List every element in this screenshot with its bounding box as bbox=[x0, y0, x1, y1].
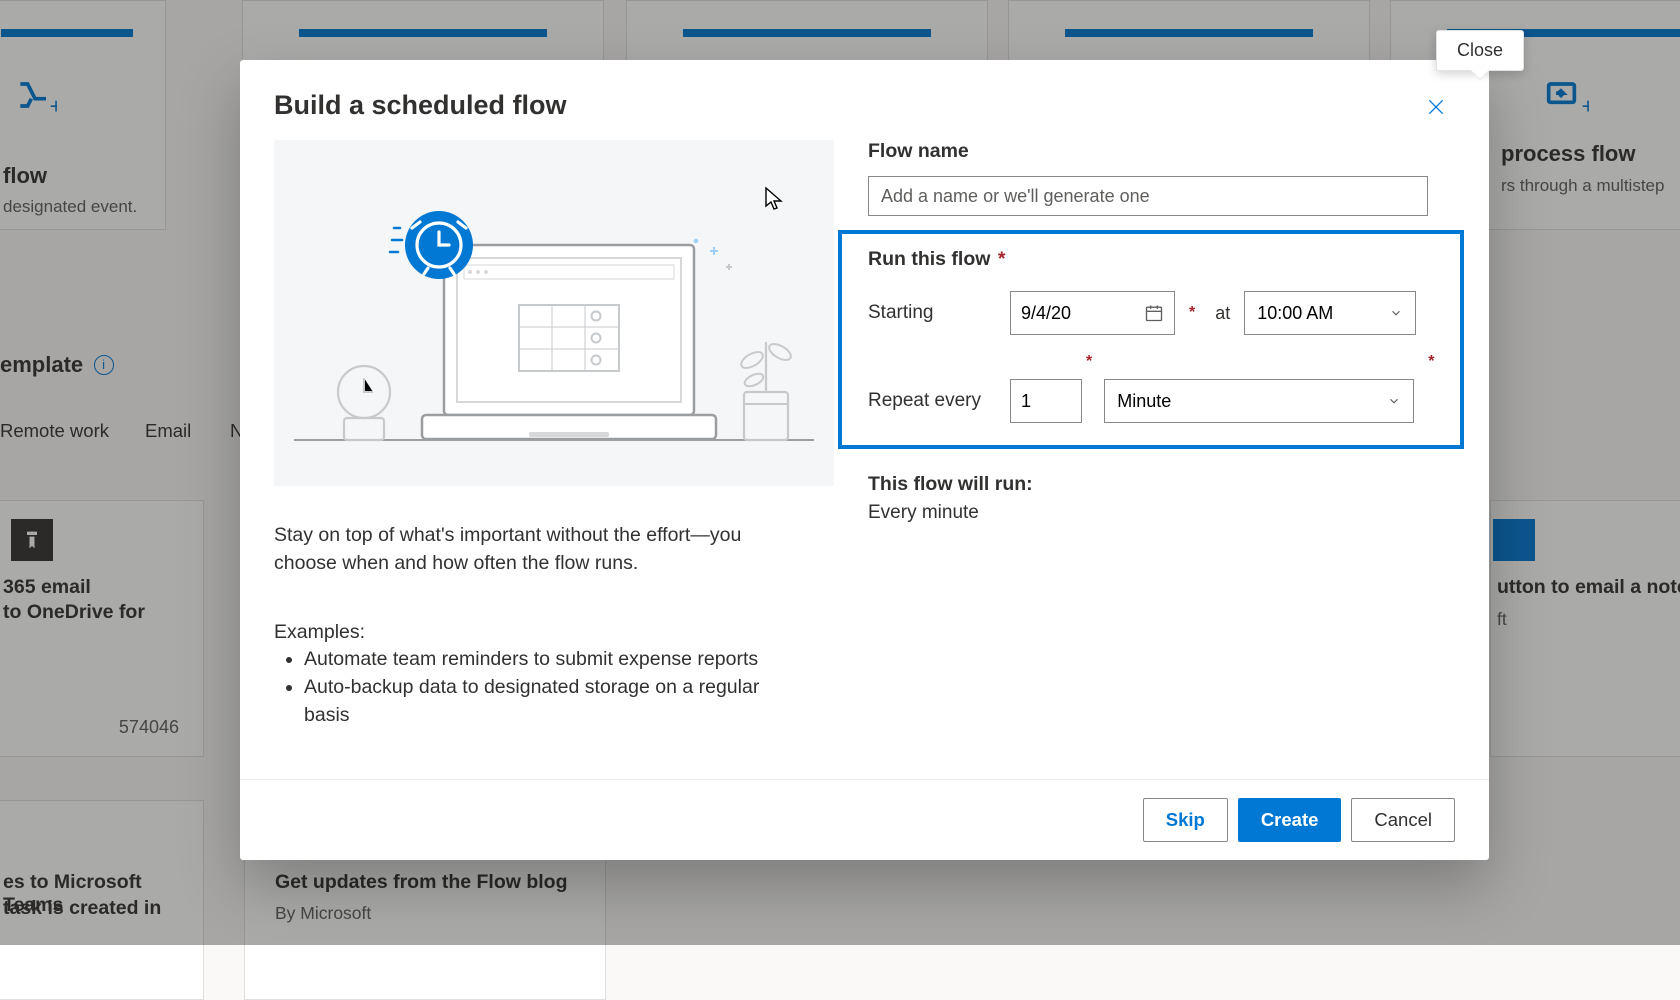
examples-label: Examples: bbox=[274, 621, 800, 644]
dialog-description: Stay on top of what's important without … bbox=[274, 522, 800, 577]
repeat-unit-select[interactable]: Minute bbox=[1104, 379, 1414, 423]
skip-button[interactable]: Skip bbox=[1143, 798, 1228, 842]
example-item: Automate team reminders to submit expens… bbox=[304, 646, 800, 674]
starting-date-value: 9/4/20 bbox=[1021, 303, 1071, 324]
chevron-down-icon bbox=[1389, 306, 1403, 320]
starting-label: Starting bbox=[868, 302, 998, 324]
close-button[interactable] bbox=[1419, 90, 1453, 124]
starting-date-input[interactable]: 9/4/20 bbox=[1010, 291, 1175, 335]
run-this-flow-section: Run this flow * Starting 9/4/20 * at 10:… bbox=[838, 230, 1464, 449]
required-mark: * bbox=[1428, 353, 1434, 371]
close-tooltip: Close bbox=[1436, 30, 1524, 71]
repeat-count-input[interactable] bbox=[1010, 379, 1082, 423]
close-icon bbox=[1426, 97, 1446, 117]
required-mark: * bbox=[998, 248, 1006, 270]
repeat-label: Repeat every bbox=[868, 390, 998, 412]
dialog-title: Build a scheduled flow bbox=[274, 90, 567, 121]
scheduled-flow-dialog: Close Build a scheduled flow bbox=[240, 60, 1489, 860]
flow-name-input[interactable] bbox=[868, 176, 1428, 216]
required-mark: * bbox=[1189, 304, 1195, 322]
cancel-button[interactable]: Cancel bbox=[1351, 798, 1455, 842]
chevron-down-icon bbox=[1387, 394, 1401, 408]
at-label: at bbox=[1215, 303, 1230, 324]
create-button[interactable]: Create bbox=[1238, 798, 1342, 842]
example-item: Auto-backup data to designated storage o… bbox=[304, 674, 800, 729]
will-run-value: Every minute bbox=[868, 502, 1460, 524]
calendar-icon bbox=[1144, 303, 1164, 323]
starting-time-select[interactable]: 10:00 AM bbox=[1244, 291, 1416, 335]
illustration bbox=[274, 140, 834, 486]
cursor-icon bbox=[764, 186, 784, 212]
will-run-label: This flow will run: bbox=[868, 473, 1460, 496]
dialog-footer: Skip Create Cancel bbox=[240, 779, 1489, 860]
flow-name-label: Flow name bbox=[868, 140, 1460, 163]
repeat-unit-value: Minute bbox=[1117, 391, 1171, 412]
run-label: Run this flow bbox=[868, 248, 990, 270]
required-mark: * bbox=[1086, 353, 1092, 371]
starting-time-value: 10:00 AM bbox=[1257, 303, 1333, 324]
